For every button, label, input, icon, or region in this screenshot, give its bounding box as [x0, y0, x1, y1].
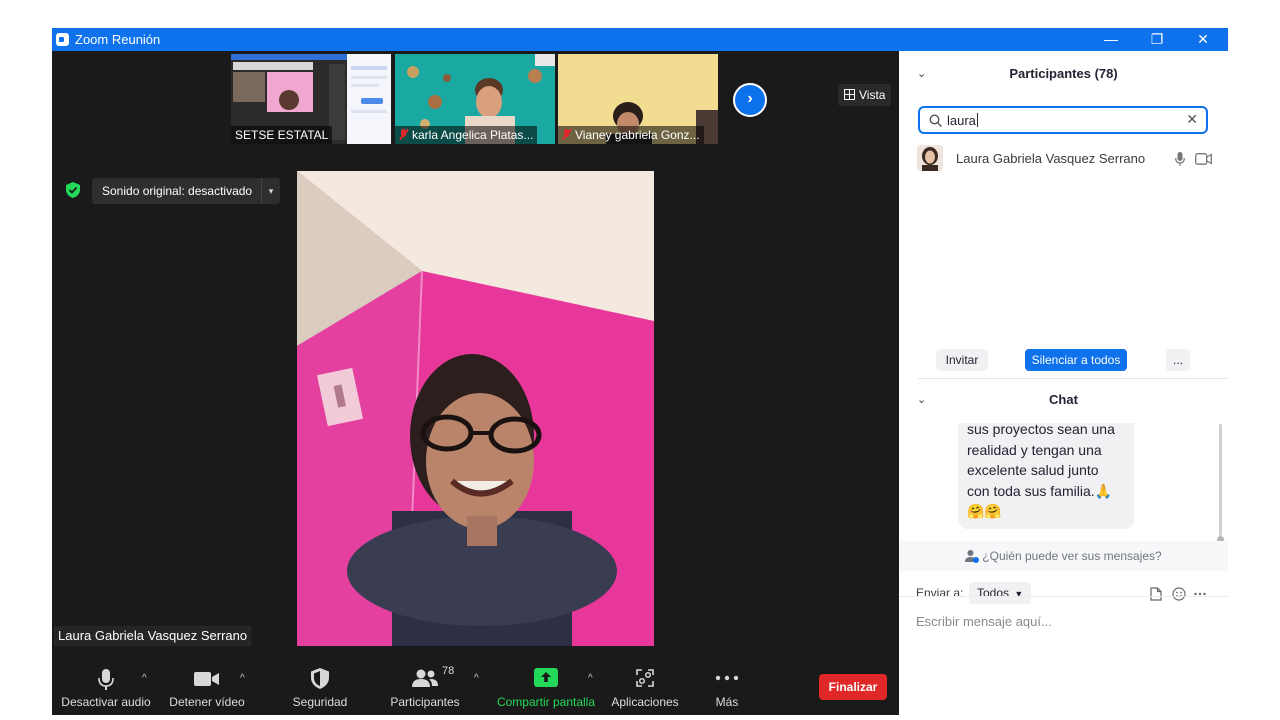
original-sound-dropdown[interactable]: ▾	[261, 178, 280, 204]
video-camera-icon	[194, 672, 219, 686]
muted-mic-icon	[399, 129, 408, 140]
share-screen-label: Compartir pantalla	[496, 695, 596, 709]
restore-button[interactable]: ❐	[1134, 28, 1180, 51]
share-screen-button[interactable]: Compartir pantalla	[494, 653, 598, 715]
mute-all-button[interactable]: Silenciar a todos	[1025, 349, 1127, 371]
search-icon	[929, 114, 942, 127]
thumbnail-name: Vianey gabriela Gonz...	[558, 126, 704, 144]
participant-avatar	[917, 145, 943, 171]
participant-name: Laura Gabriela Vasquez Serrano	[956, 151, 1146, 166]
active-speaker-video	[297, 171, 654, 646]
chat-message: sus proyectos sean una realidad y tengan…	[958, 423, 1134, 529]
side-panel: ⌄ Participantes (78) laura ✕ Laura Gabri…	[899, 51, 1228, 692]
encryption-shield-icon[interactable]	[66, 182, 80, 198]
minimize-button[interactable]: —	[1088, 28, 1134, 51]
avatar-image	[917, 145, 943, 171]
title-bar: Zoom Reunión — ❐ ✕	[52, 28, 1228, 51]
stop-video-label: Detener vídeo	[169, 695, 245, 709]
participants-label: Participantes	[390, 695, 460, 709]
send-to-label: Enviar a:	[916, 586, 964, 600]
participants-more-button[interactable]: ...	[1166, 349, 1190, 371]
video-options-caret[interactable]: ^	[240, 673, 245, 684]
chevron-down-icon: ▼	[1014, 589, 1024, 599]
original-sound-toggle[interactable]: Sonido original: desactivado	[92, 178, 263, 204]
chat-scrollbar[interactable]	[1219, 424, 1222, 536]
chat-message-text: sus proyectos sean una realidad y tengan…	[967, 423, 1115, 519]
participants-button[interactable]: 78 Participantes	[388, 653, 462, 715]
gallery-thumbnail[interactable]: SETSE ESTATAL	[231, 54, 391, 144]
apps-label: Aplicaciones	[611, 695, 679, 709]
file-icon[interactable]	[1150, 587, 1162, 601]
security-button[interactable]: Seguridad	[288, 653, 352, 715]
share-options-caret[interactable]: ^	[588, 673, 593, 684]
chat-title: Chat	[1049, 392, 1078, 407]
input-divider	[899, 596, 1228, 597]
security-shield-icon	[311, 668, 329, 689]
thumbnail-name: karla Angelica Platas...	[395, 126, 538, 144]
search-input-value: laura	[947, 113, 976, 128]
audio-options-caret[interactable]: ^	[142, 673, 147, 684]
view-button[interactable]: Vista	[838, 84, 892, 106]
participants-header: ⌄ Participantes (78)	[899, 51, 1228, 95]
window-title: Zoom Reunión	[75, 32, 161, 47]
close-button[interactable]: ✕	[1180, 28, 1226, 51]
stop-video-button[interactable]: Detener vídeo	[166, 653, 248, 715]
muted-mic-icon	[562, 129, 571, 140]
participant-search-input[interactable]: laura ✕	[918, 106, 1208, 134]
person-info-icon	[965, 550, 980, 563]
who-can-see-messages-link[interactable]: ¿Quién puede ver sus mensajes?	[899, 541, 1228, 571]
video-area: SETSE ESTATAL karla Angelica Platas... V…	[52, 51, 899, 715]
clear-search-icon[interactable]: ✕	[1186, 111, 1198, 128]
gallery-thumbnail[interactable]: Vianey gabriela Gonz...	[558, 54, 718, 144]
mute-audio-button[interactable]: Desactivar audio	[58, 653, 154, 715]
end-meeting-button[interactable]: Finalizar	[819, 674, 887, 700]
participants-title: Participantes (78)	[1009, 66, 1118, 81]
emoji-icon[interactable]	[1172, 587, 1186, 601]
participants-options-caret[interactable]: ^	[474, 673, 479, 684]
participants-icon	[412, 669, 438, 687]
panel-divider	[918, 378, 1228, 379]
next-page-button[interactable]: ›	[733, 83, 767, 117]
meeting-toolbar: Desactivar audio ^ Detener vídeo ^ Segur…	[52, 653, 899, 715]
apps-button[interactable]: Aplicaciones	[610, 653, 680, 715]
invite-button[interactable]: Invitar	[936, 349, 988, 371]
participant-mic-icon[interactable]	[1175, 152, 1185, 166]
thumbnail-name: SETSE ESTATAL	[231, 126, 333, 144]
zoom-window: Zoom Reunión — ❐ ✕ SETSE ESTATAL karla A…	[52, 28, 1228, 715]
grid-icon	[844, 89, 855, 100]
more-button[interactable]: Más	[702, 653, 752, 715]
participant-row[interactable]: Laura Gabriela Vasquez Serrano	[915, 145, 1215, 173]
gallery-thumbnail[interactable]: karla Angelica Platas...	[395, 54, 555, 144]
send-to-dropdown[interactable]: Todos ▼	[969, 582, 1032, 604]
participant-video-icon[interactable]	[1195, 153, 1212, 165]
apps-icon	[636, 669, 654, 687]
active-speaker-name: Laura Gabriela Vasquez Serrano	[54, 626, 252, 646]
speaker-video-image	[297, 171, 654, 646]
security-label: Seguridad	[292, 695, 348, 709]
more-label: Más	[715, 695, 739, 709]
participants-count: 78	[442, 665, 455, 677]
mute-audio-label: Desactivar audio	[61, 695, 151, 709]
chat-message-input[interactable]: Escribir mensaje aquí...	[916, 614, 1052, 629]
microphone-icon	[98, 669, 114, 690]
share-screen-icon	[534, 668, 558, 687]
zoom-logo-icon	[56, 33, 69, 46]
more-dots-icon	[715, 675, 739, 681]
